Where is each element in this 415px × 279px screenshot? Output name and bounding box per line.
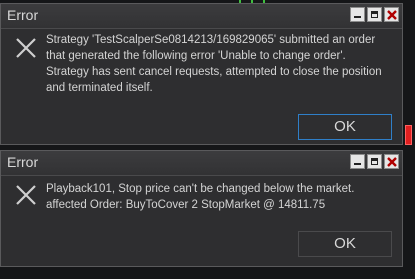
dialog-title: Error (7, 154, 39, 170)
error-dialog-stop-price: Error Playback101, Stop price can't be c… (0, 150, 403, 267)
ok-button[interactable]: OK (298, 231, 392, 257)
dialog-titlebar[interactable]: Error (1, 4, 402, 29)
error-x-icon (16, 185, 36, 205)
error-x-icon (16, 38, 36, 58)
minimize-icon[interactable] (350, 7, 365, 22)
dialog-title: Error (7, 7, 39, 23)
error-dialog-strategy: Error Strategy 'TestScalperSe0814213/169… (0, 3, 403, 145)
chart-candle-red (405, 125, 412, 145)
maximize-icon[interactable] (367, 7, 382, 22)
close-icon[interactable] (384, 7, 399, 22)
close-icon[interactable] (384, 154, 399, 169)
error-message: Strategy 'TestScalperSe0814213/169829065… (46, 34, 382, 94)
error-message: Playback101, Stop price can't be changed… (46, 183, 355, 211)
maximize-icon[interactable] (367, 154, 382, 169)
ok-button[interactable]: OK (298, 114, 392, 140)
dialog-titlebar[interactable]: Error (1, 151, 402, 176)
minimize-icon[interactable] (350, 154, 365, 169)
